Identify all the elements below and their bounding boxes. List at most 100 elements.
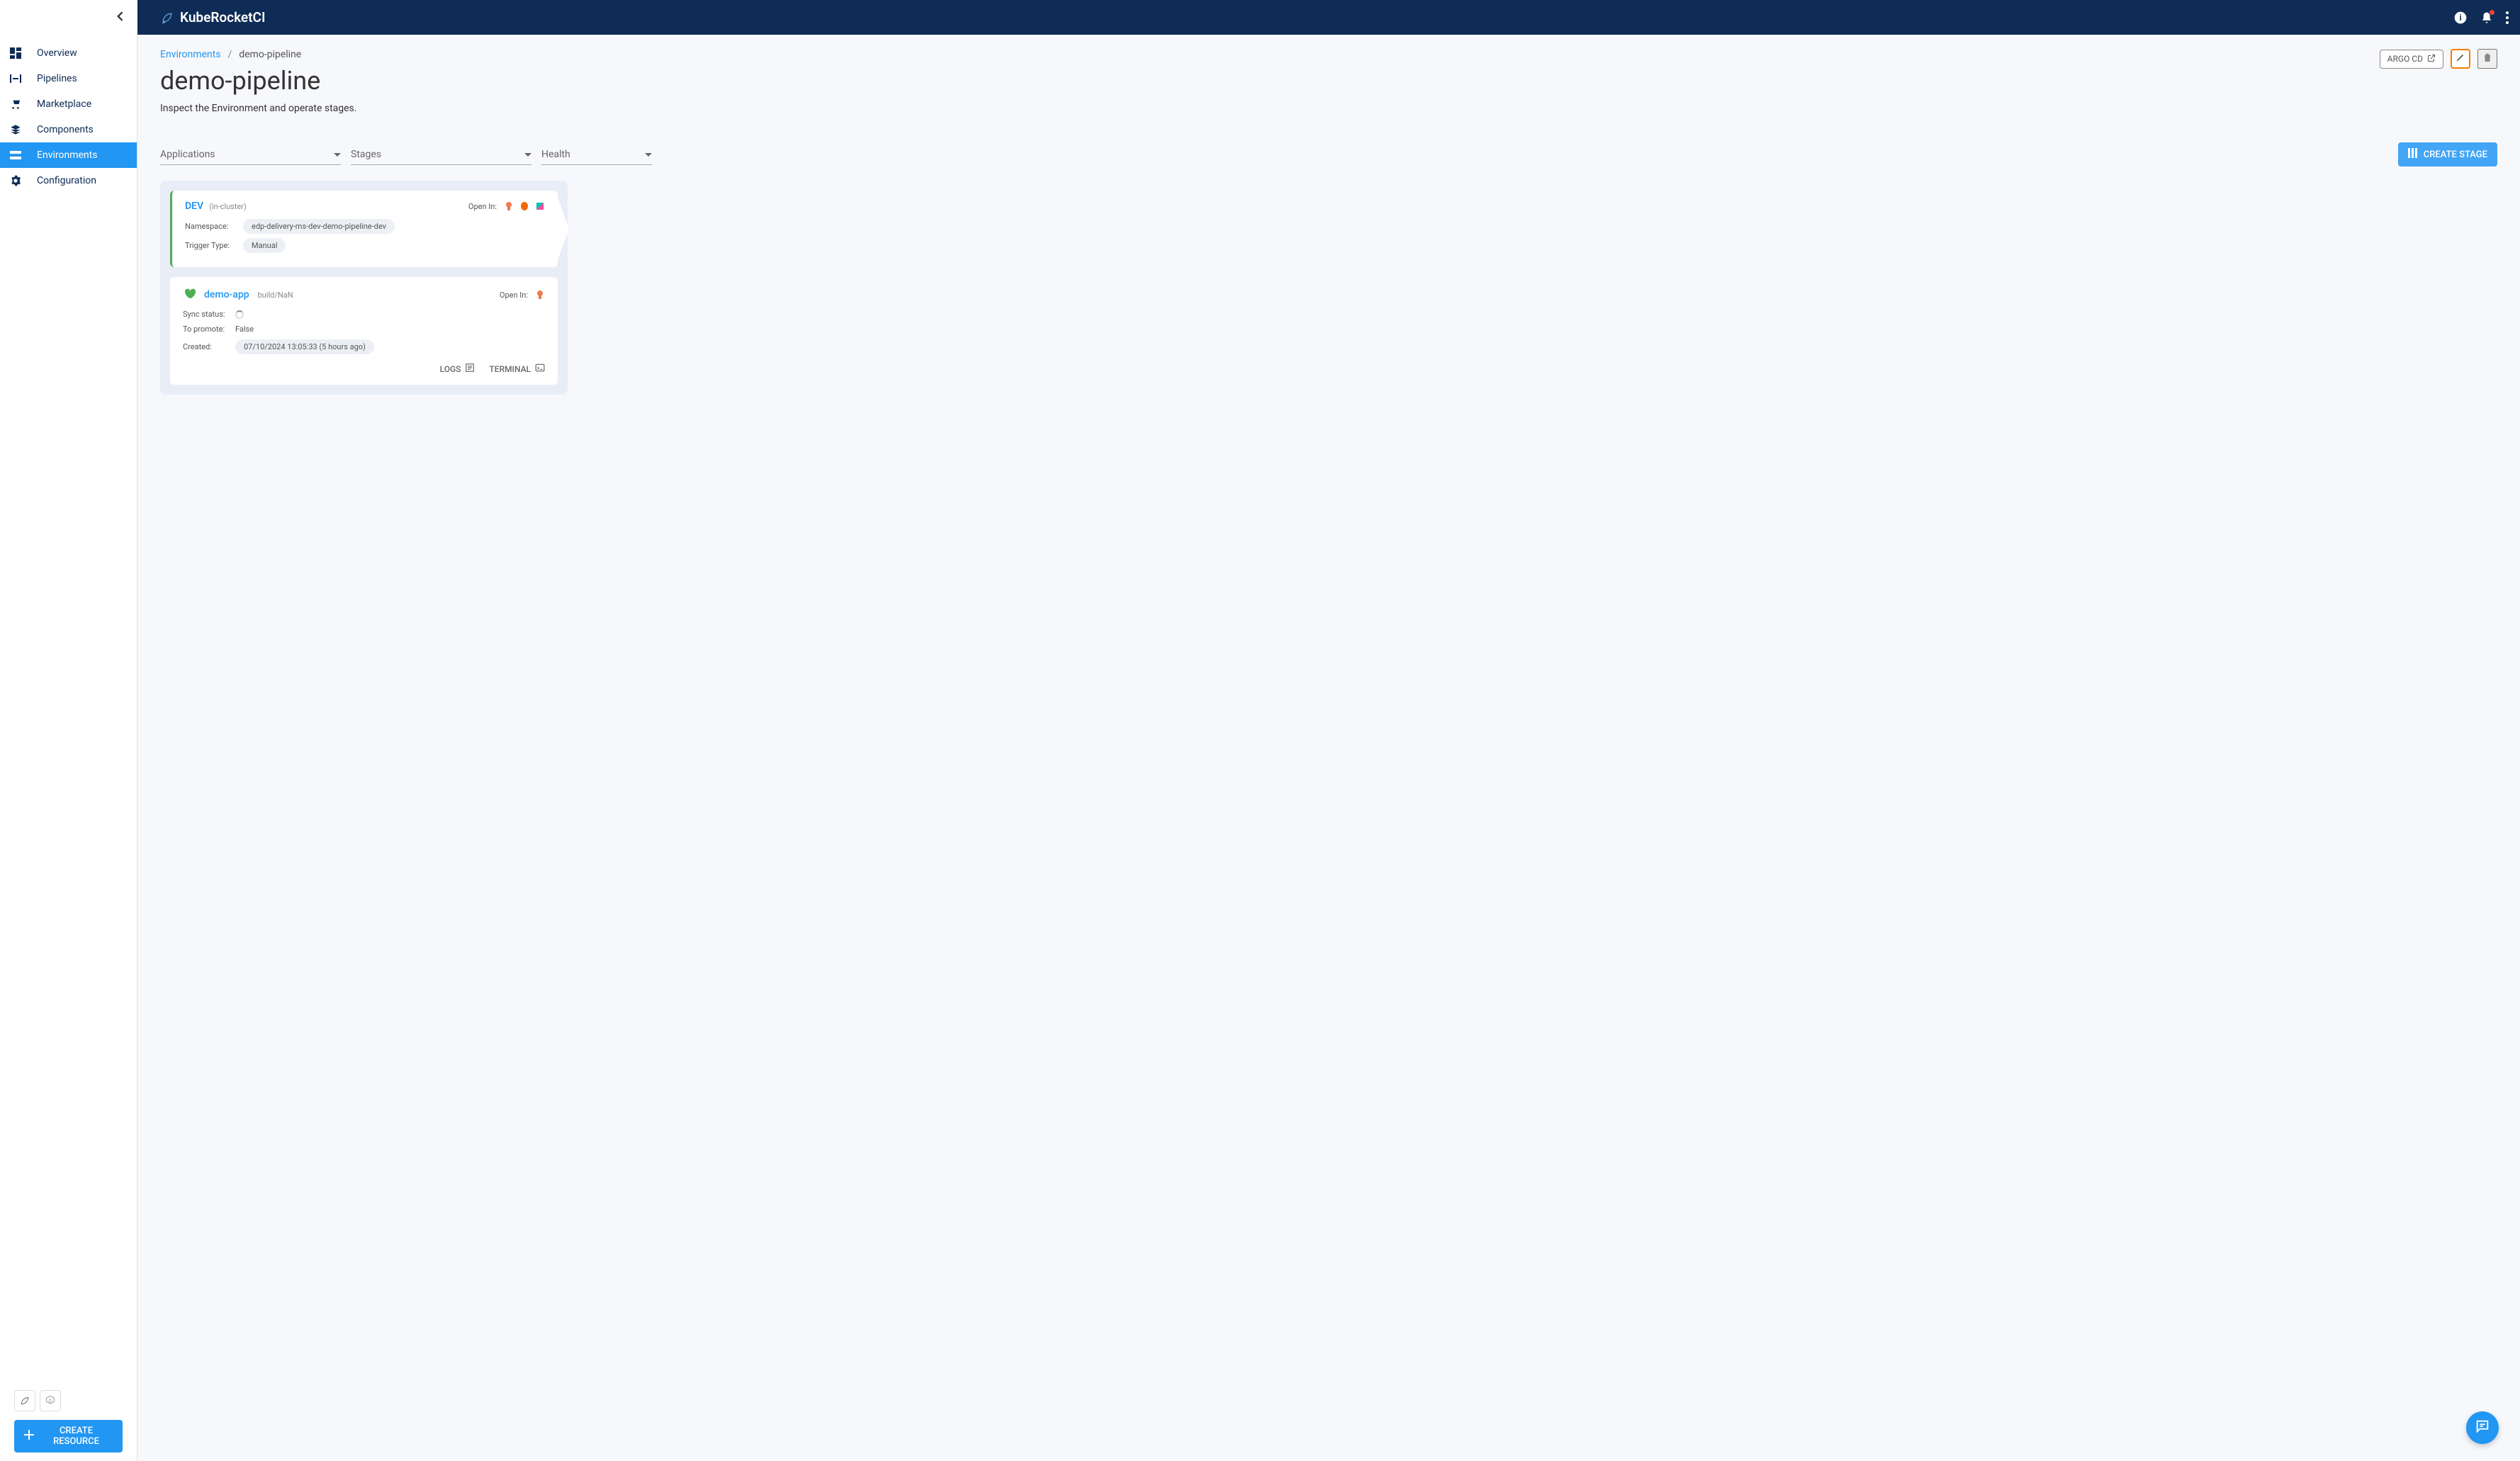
brand-name: KubeRocketCI xyxy=(180,9,265,26)
created-row: Created: 07/10/2024 13:05:33 (5 hours ag… xyxy=(183,339,545,354)
page-top: Environments / demo-pipeline demo-pipeli… xyxy=(160,49,2497,114)
grafana-icon[interactable] xyxy=(519,201,529,211)
sidebar-item-configuration[interactable]: Configuration xyxy=(0,168,137,193)
create-resource-label: CREATE RESOURCE xyxy=(40,1426,113,1447)
sidebar-item-label: Configuration xyxy=(37,175,96,186)
logs-label: LOGS xyxy=(440,364,461,374)
sidebar-item-label: Environments xyxy=(37,150,97,161)
page-actions: ARGO CD xyxy=(2380,49,2497,69)
stage-cluster: (in-cluster) xyxy=(209,202,247,211)
heart-icon xyxy=(183,287,196,303)
stage-container: DEV (in-cluster) Open In: xyxy=(160,181,568,395)
trigger-row: Trigger Type: Manual xyxy=(185,238,545,253)
edit-button[interactable] xyxy=(2451,49,2470,69)
chevron-down-icon xyxy=(524,149,531,160)
app-card: demo-app build/NaN Open In: Sync status: xyxy=(170,277,558,385)
chevron-down-icon xyxy=(334,149,341,160)
cart-icon xyxy=(9,98,23,110)
header-actions: i xyxy=(2453,11,2509,25)
stage-title-group: DEV (in-cluster) xyxy=(185,201,247,212)
logs-icon xyxy=(465,363,475,375)
page-heading-group: Environments / demo-pipeline demo-pipeli… xyxy=(160,49,356,114)
create-stage-label: CREATE STAGE xyxy=(2424,150,2487,160)
namespace-label: Namespace: xyxy=(185,222,236,231)
kubernetes-tool-icon[interactable] xyxy=(40,1390,61,1411)
promote-row: To promote: False xyxy=(183,325,545,334)
rocket-tool-icon[interactable] xyxy=(14,1390,35,1411)
breadcrumb-separator: / xyxy=(227,49,232,60)
sidebar-item-pipelines[interactable]: Pipelines xyxy=(0,66,137,91)
terminal-label: TERMINAL xyxy=(489,364,531,374)
app-title-group: demo-app build/NaN xyxy=(183,287,293,303)
create-stage-button[interactable]: CREATE STAGE xyxy=(2398,142,2497,167)
logs-button[interactable]: LOGS xyxy=(440,363,476,375)
health-filter[interactable]: Health xyxy=(541,145,652,165)
sync-label: Sync status: xyxy=(183,310,227,319)
rocket-icon xyxy=(160,11,174,25)
terminal-button[interactable]: TERMINAL xyxy=(489,363,545,375)
more-vert-icon[interactable] xyxy=(2506,11,2509,24)
argo-cd-label: ARGO CD xyxy=(2387,54,2423,64)
sidebar-item-components[interactable]: Components xyxy=(0,117,137,142)
external-link-icon xyxy=(2427,54,2436,64)
create-resource-button[interactable]: CREATE RESOURCE xyxy=(14,1420,123,1452)
stage-header: DEV (in-cluster) Open In: xyxy=(185,201,545,212)
sidebar-item-label: Pipelines xyxy=(37,73,77,84)
open-in-label: Open In: xyxy=(500,290,528,300)
chat-icon xyxy=(2475,1418,2490,1437)
sidebar-item-environments[interactable]: Environments xyxy=(0,142,137,168)
trigger-label: Trigger Type: xyxy=(185,241,236,250)
pipelines-icon xyxy=(9,73,23,84)
filter-bar: Applications Stages Health CREATE STAGE xyxy=(160,142,2497,167)
argo-small-icon[interactable] xyxy=(504,201,514,211)
dashboard-icon xyxy=(9,47,23,59)
layers-icon xyxy=(9,124,23,135)
info-icon[interactable]: i xyxy=(2453,11,2468,25)
stages-filter-label: Stages xyxy=(351,149,381,160)
sidebar-bottom: CREATE RESOURCE xyxy=(0,1382,137,1461)
notification-dot xyxy=(2490,10,2494,15)
sidebar-item-label: Marketplace xyxy=(37,98,91,110)
applications-filter[interactable]: Applications xyxy=(160,145,341,165)
chevron-left-icon[interactable] xyxy=(116,11,123,24)
stages-filter[interactable]: Stages xyxy=(351,145,531,165)
open-in-label: Open In: xyxy=(468,202,497,211)
trash-icon xyxy=(2482,52,2493,66)
delete-button[interactable] xyxy=(2477,49,2497,69)
health-filter-label: Health xyxy=(541,149,570,160)
argo-small-icon[interactable] xyxy=(535,290,545,300)
spinner-icon xyxy=(235,310,244,319)
sidebar-item-label: Overview xyxy=(37,47,77,59)
created-value: 07/10/2024 13:05:33 (5 hours ago) xyxy=(235,339,374,354)
applications-filter-label: Applications xyxy=(160,149,215,160)
sidebar-item-overview[interactable]: Overview xyxy=(0,40,137,66)
app-open-in-icons xyxy=(535,290,545,300)
sidebar-item-marketplace[interactable]: Marketplace xyxy=(0,91,137,117)
trigger-value: Manual xyxy=(243,238,286,253)
plus-icon xyxy=(24,1430,34,1443)
main-content: Environments / demo-pipeline demo-pipeli… xyxy=(137,35,2520,409)
terminal-icon xyxy=(535,363,545,375)
namespace-row: Namespace: edp-delivery-ms-dev-demo-pipe… xyxy=(185,219,545,234)
stage-name[interactable]: DEV xyxy=(185,201,203,212)
app-name[interactable]: demo-app xyxy=(204,289,249,300)
namespace-value: edp-delivery-ms-dev-demo-pipeline-dev xyxy=(243,219,395,234)
sidebar-item-label: Components xyxy=(37,124,94,135)
kibana-icon[interactable] xyxy=(535,201,545,211)
chat-fab-button[interactable] xyxy=(2466,1411,2499,1444)
promote-value: False xyxy=(235,325,254,334)
page-title: demo-pipeline xyxy=(160,66,356,96)
svg-text:i: i xyxy=(2459,13,2461,23)
app-header: demo-app build/NaN Open In: xyxy=(183,287,545,303)
breadcrumb: Environments / demo-pipeline xyxy=(160,49,356,60)
sidebar-toggle-area xyxy=(0,0,137,35)
argo-cd-button[interactable]: ARGO CD xyxy=(2380,50,2443,69)
sidebar-items: Overview Pipelines Marketplace Component… xyxy=(0,35,137,193)
breadcrumb-current: demo-pipeline xyxy=(239,49,301,60)
bell-icon[interactable] xyxy=(2480,11,2493,24)
created-label: Created: xyxy=(183,342,227,351)
breadcrumb-parent[interactable]: Environments xyxy=(160,49,220,60)
chevron-down-icon xyxy=(645,149,652,160)
brand: KubeRocketCI xyxy=(160,9,265,26)
stage-card: DEV (in-cluster) Open In: xyxy=(170,191,558,267)
